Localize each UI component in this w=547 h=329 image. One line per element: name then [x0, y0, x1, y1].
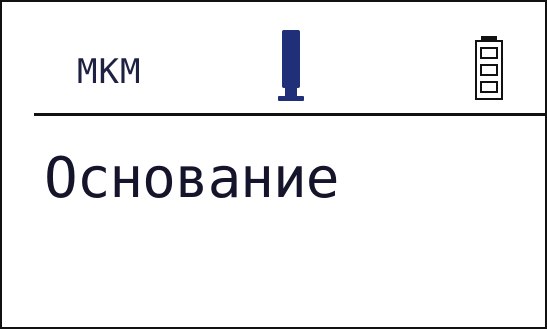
battery-icon — [475, 36, 503, 100]
divider — [34, 113, 547, 116]
main-text: Основание — [44, 146, 339, 211]
unit-label: МКМ — [77, 52, 142, 92]
device-screen: МКМ Основание — [0, 0, 547, 329]
status-bar: МКМ — [2, 2, 547, 114]
probe-icon — [278, 30, 304, 101]
